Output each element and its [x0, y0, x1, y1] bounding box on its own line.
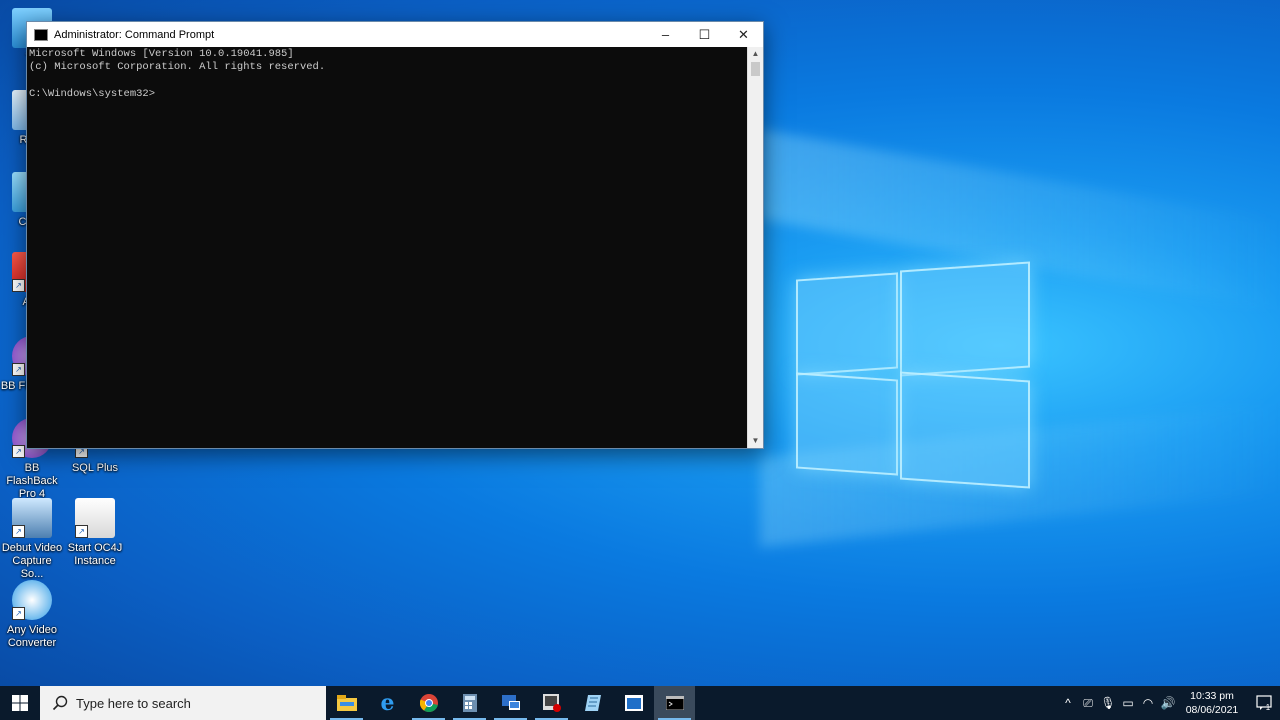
taskbar-command-prompt[interactable]: [654, 686, 695, 720]
oc4j-icon: ↗: [75, 498, 115, 538]
search-placeholder: Type here to search: [76, 695, 191, 711]
console-line: Microsoft Windows [Version 10.0.19041.98…: [29, 48, 294, 60]
desktop-icon-label: Debut Video Capture So...: [1, 542, 63, 580]
any-video-converter-icon: ↗: [12, 580, 52, 620]
notification-icon: [1256, 695, 1272, 710]
maximize-button[interactable]: ☐: [685, 22, 724, 47]
chevron-up-icon[interactable]: ^: [1058, 696, 1078, 710]
taskbar-notepad[interactable]: [572, 686, 613, 720]
desktop-icon-label: SQL Plus: [71, 462, 119, 474]
desktop-icon-any-video-converter[interactable]: ↗ Any Video Converter: [0, 580, 64, 650]
desktop-icon-label: Start OC4J Instance: [67, 542, 123, 567]
file-explorer-icon: [336, 695, 357, 711]
debut-video-icon: ↗: [12, 498, 52, 538]
taskbar: Type here to search e ^ ⎚ 🎙 ▭ ◠ 🔊 10:33 …: [0, 686, 1280, 720]
desktop-icon-label: Any Video Converter: [7, 624, 57, 649]
window-app-icon: [624, 695, 643, 711]
console-output[interactable]: Microsoft Windows [Version 10.0.19041.98…: [27, 47, 748, 448]
calculator-icon: [462, 694, 477, 712]
battery-icon[interactable]: ▭: [1118, 696, 1138, 710]
taskbar-internet-explorer[interactable]: e: [367, 686, 408, 720]
system-tray: ^ ⎚ 🎙 ▭ ◠ 🔊 10:33 pm 08/06/2021 1: [1058, 686, 1280, 720]
meet-now-icon[interactable]: ⎚: [1078, 696, 1098, 711]
desktop-icon-debut-video[interactable]: ↗ Debut Video Capture So...: [0, 498, 64, 581]
console-prompt: C:\Windows\system32>: [29, 88, 156, 101]
taskbar-chrome[interactable]: [408, 686, 449, 720]
internet-explorer-icon: e: [380, 690, 395, 716]
taskbar-window-app[interactable]: [613, 686, 654, 720]
notepad-icon: [584, 695, 601, 711]
window-title: Administrator: Command Prompt: [54, 28, 215, 41]
microphone-icon[interactable]: 🎙: [1098, 696, 1118, 710]
search-icon: [52, 695, 68, 711]
scroll-thumb[interactable]: [751, 62, 760, 76]
chrome-icon: [419, 694, 438, 712]
scroll-up-arrow-icon[interactable]: ▲: [748, 47, 763, 61]
command-prompt-icon: [34, 28, 48, 41]
window-titlebar[interactable]: Administrator: Command Prompt – ☐ ✕: [27, 22, 763, 47]
taskbar-file-explorer[interactable]: [326, 686, 367, 720]
command-prompt-window[interactable]: Administrator: Command Prompt – ☐ ✕ Micr…: [26, 21, 764, 449]
wifi-icon[interactable]: ◠: [1138, 696, 1158, 710]
network-app-icon: [501, 695, 520, 710]
command-prompt-icon: [665, 696, 684, 710]
clock-date: 08/06/2021: [1185, 704, 1239, 716]
console-line: (c) Microsoft Corporation. All rights re…: [29, 61, 326, 74]
minimize-button[interactable]: –: [646, 22, 685, 47]
clock-time: 10:33 pm: [1190, 690, 1234, 702]
volume-icon[interactable]: 🔊: [1158, 696, 1178, 710]
start-button[interactable]: [0, 686, 40, 720]
close-button[interactable]: ✕: [724, 22, 763, 47]
notification-center-button[interactable]: 1: [1246, 686, 1280, 720]
notification-count: 1: [1265, 702, 1271, 712]
taskbar-calculator[interactable]: [449, 686, 490, 720]
taskbar-clock[interactable]: 10:33 pm 08/06/2021: [1182, 689, 1242, 717]
scroll-down-arrow-icon[interactable]: ▼: [748, 434, 763, 448]
taskbar-search-box[interactable]: Type here to search: [40, 686, 326, 720]
vertical-scrollbar[interactable]: ▲ ▼: [747, 47, 763, 448]
taskbar-recorder[interactable]: [531, 686, 572, 720]
windows-wallpaper-logo: [796, 256, 1030, 492]
desktop-icon-start-oc4j[interactable]: ↗ Start OC4J Instance: [63, 498, 127, 568]
windows-start-icon: [12, 695, 28, 711]
recorder-icon: [542, 694, 561, 712]
taskbar-network-app[interactable]: [490, 686, 531, 720]
